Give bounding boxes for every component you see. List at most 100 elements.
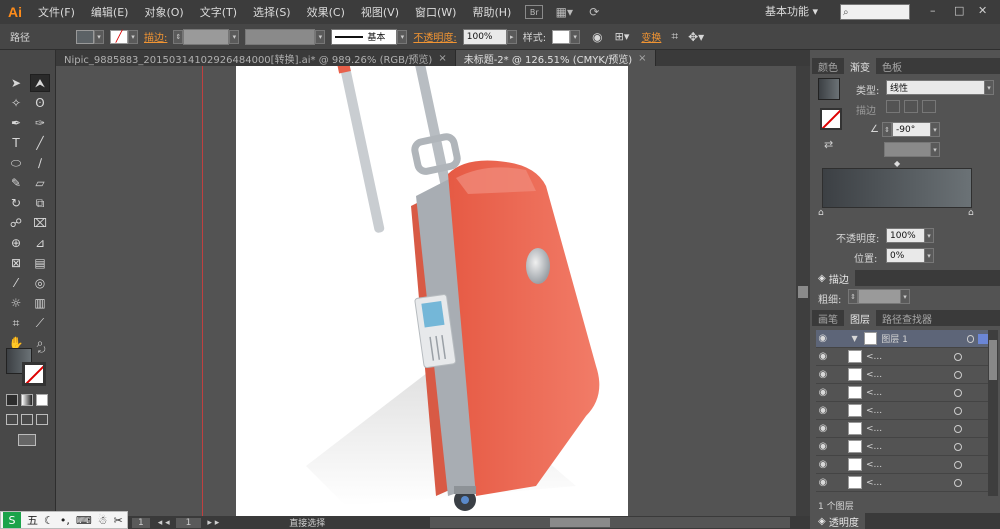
artboard[interactable] [236, 66, 628, 516]
canvas-area[interactable] [56, 66, 796, 516]
magic-wand-icon[interactable]: ✧ [6, 94, 26, 112]
type-tool-icon[interactable]: T [6, 134, 26, 152]
target-icon[interactable] [954, 442, 962, 451]
pencil-icon[interactable]: ✎ [6, 174, 26, 192]
layer-row[interactable]: ◉ <... [816, 384, 988, 402]
angle-stepper[interactable]: ⇕ [882, 122, 892, 137]
ime-logo-icon[interactable]: S [3, 512, 21, 528]
menu-effect[interactable]: 效果(C) [299, 4, 353, 20]
color-icon[interactable] [6, 394, 18, 406]
fill-swatch[interactable]: ▾ [76, 29, 104, 44]
bridge-icon[interactable]: Br [525, 5, 544, 19]
sublayer-name[interactable]: <... [866, 460, 946, 470]
artboard-tool-icon[interactable]: ⌗ [6, 314, 26, 332]
restore-button[interactable]: □ [954, 4, 964, 17]
gradient-slider[interactable] [822, 168, 972, 208]
target-icon[interactable] [954, 388, 962, 397]
weight-dropdown-icon[interactable]: ▾ [900, 289, 910, 304]
blend-tool-icon[interactable]: ◎ [30, 274, 50, 292]
close-tab-icon[interactable]: × [638, 53, 646, 64]
punct-icon[interactable]: •, [60, 514, 70, 527]
stroke-swatch-small[interactable] [820, 108, 842, 130]
gradient-stop-left[interactable]: ⌂ [818, 208, 824, 218]
selection-indicator[interactable] [978, 333, 988, 344]
tab-layers[interactable]: 图层 [844, 310, 876, 326]
target-icon[interactable] [954, 370, 962, 379]
tools-icon[interactable]: ✂ [114, 514, 123, 527]
panel-menu-icon[interactable]: ✥▾ [688, 30, 704, 44]
tab-pathfinder[interactable]: 路径查找器 [876, 310, 938, 326]
variable-width-dropdown[interactable]: ▾ [245, 28, 326, 45]
curvature-tool-icon[interactable]: ✑ [30, 114, 50, 132]
stroke-mode-icons[interactable] [886, 100, 936, 113]
scale-tool-icon[interactable]: ⧉ [30, 194, 50, 212]
keyboard-icon[interactable]: ⌨ [76, 514, 92, 527]
menu-help[interactable]: 帮助(H) [464, 4, 519, 20]
horizontal-scrollbar[interactable] [430, 517, 790, 528]
isolate-icon[interactable]: ⌗ [671, 29, 678, 44]
swap-icon[interactable]: ⤾ [38, 346, 46, 356]
expand-icon[interactable]: ▼ [852, 334, 858, 343]
page-field[interactable]: 1 [175, 517, 202, 528]
close-tab-icon[interactable]: × [438, 53, 446, 64]
scroll-thumb[interactable] [798, 286, 808, 298]
skin-icon[interactable]: ☃ [98, 514, 108, 527]
weight-stepper[interactable]: ⇕ [848, 289, 858, 304]
graphic-style-swatch[interactable]: ▾ [552, 29, 581, 44]
eye-icon[interactable]: ◉ [816, 441, 830, 452]
sublayer-name[interactable]: <... [866, 406, 946, 416]
minimize-button[interactable]: – [930, 4, 936, 17]
hscroll-thumb[interactable] [550, 518, 610, 527]
menu-file[interactable]: 文件(F) [30, 4, 83, 20]
sublayer-name[interactable]: <... [866, 370, 946, 380]
angle-field[interactable]: -90° [892, 122, 932, 137]
gradient-tool-icon[interactable]: ▤ [30, 254, 50, 272]
menu-object[interactable]: 对象(O) [136, 4, 191, 20]
tab-brushes[interactable]: 画笔 [812, 310, 844, 326]
layer-row[interactable]: ◉ <... [816, 456, 988, 474]
menu-window[interactable]: 窗口(W) [407, 4, 464, 20]
menu-view[interactable]: 视图(V) [353, 4, 407, 20]
layer-row[interactable]: ◉ <... [816, 366, 988, 384]
target-icon[interactable] [954, 460, 962, 469]
slice-tool-icon[interactable]: ⟋ [30, 314, 50, 332]
stroke-label[interactable]: 描边: [144, 29, 167, 44]
gradient-icon[interactable] [21, 394, 33, 406]
recolor-icon[interactable]: ◉ [592, 30, 602, 44]
draw-mode-icons[interactable] [6, 414, 48, 425]
direct-selection-tool-icon[interactable]: ⮝ [30, 74, 50, 92]
menu-edit[interactable]: 编辑(E) [83, 4, 137, 20]
stroke-swatch-large[interactable] [22, 362, 46, 386]
sublayer-name[interactable]: <... [866, 442, 946, 452]
stop-opacity-field[interactable]: 100% [886, 228, 926, 243]
mesh-tool-icon[interactable]: ⊠ [6, 254, 26, 272]
target-icon[interactable] [954, 424, 962, 433]
free-transform-icon[interactable]: ⌧ [30, 214, 50, 232]
eye-icon[interactable]: ◉ [816, 477, 830, 488]
color-mode-icons[interactable] [6, 394, 48, 406]
pen-tool-icon[interactable]: ✒ [6, 114, 26, 132]
stroke-swatch[interactable]: ╱ ▾ [110, 29, 138, 44]
nav-next-icon[interactable]: ▸ ▸ [207, 518, 219, 528]
layers-scrollbar[interactable] [988, 330, 998, 496]
tab-color[interactable]: 颜色 [812, 58, 844, 74]
eye-icon[interactable]: ◉ [816, 387, 830, 398]
stroke-weight-field[interactable]: ⇕ ▾ [173, 28, 240, 45]
close-button[interactable]: ✕ [978, 4, 987, 17]
tab-transparency[interactable]: ◈ 透明度 [812, 513, 865, 529]
menu-select[interactable]: 选择(S) [245, 4, 299, 20]
eye-icon[interactable]: ◉ [816, 405, 830, 416]
gradient-stop-right[interactable]: ⌂ [968, 208, 974, 218]
search-input[interactable]: ⌕ [840, 4, 910, 20]
layer-row-parent[interactable]: ◉ ▼ 图层 1 [816, 330, 988, 348]
tab-document-2[interactable]: 未标题-2* @ 126.51% (CMYK/预览) × [455, 50, 656, 66]
lasso-icon[interactable]: ʘ [30, 94, 50, 112]
paintbrush-icon[interactable]: ∕ [30, 154, 50, 172]
screen-mode-icon[interactable] [18, 434, 36, 446]
shape-builder-icon[interactable]: ⊕ [6, 234, 26, 252]
selection-tool-icon[interactable]: ➤ [6, 74, 26, 92]
eraser-icon[interactable]: ▱ [30, 174, 50, 192]
reverse-gradient-icon[interactable]: ⇄ [824, 138, 833, 151]
target-icon[interactable] [954, 352, 962, 361]
align-icon[interactable]: ⊞▾ [615, 30, 630, 43]
